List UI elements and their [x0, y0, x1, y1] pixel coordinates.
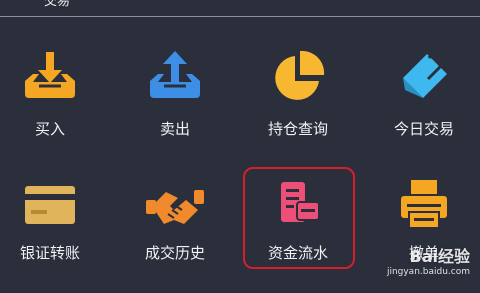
page-title: 交易: [44, 0, 71, 9]
menu-item-buy[interactable]: 买入: [0, 48, 104, 148]
watermark-url: jingyan.baidu.com: [386, 267, 470, 277]
printer-icon: [401, 180, 447, 229]
baidu-jingyan-watermark: Bai经验 jingyan.baidu.com: [356, 237, 474, 289]
menu-item-bank-transfer[interactable]: 银证转账: [0, 176, 104, 276]
bank-card-icon: [25, 186, 75, 224]
buy-tray-icon: [25, 52, 75, 98]
menu-item-positions[interactable]: 持仓查询: [244, 48, 352, 148]
menu-item-fund-flow[interactable]: 资金流水: [244, 176, 352, 276]
menu-item-today-trades-label: 今日交易: [393, 120, 454, 138]
trade-menu-screen: 交易 买入 卖出 持仓查询 今日交易 银证转账 成交历史 资金流水 撤单 Bai…: [0, 0, 480, 293]
sell-tray-icon: [150, 51, 200, 98]
menu-item-today-trades[interactable]: 今日交易: [370, 48, 478, 148]
menu-item-positions-label: 持仓查询: [267, 120, 328, 138]
menu-item-sell[interactable]: 卖出: [121, 48, 229, 148]
menu-item-fund-flow-label: 资金流水: [267, 244, 328, 262]
header-divider: [0, 16, 480, 17]
menu-item-bank-transfer-label: 银证转账: [19, 244, 80, 262]
pie-chart-icon: [275, 50, 325, 100]
ledger-card-icon: [281, 182, 320, 222]
menu-item-buy-label: 买入: [34, 120, 65, 138]
handshake-icon: [146, 190, 204, 224]
menu-item-deal-history-label: 成交历史: [144, 244, 205, 262]
menu-item-deal-history[interactable]: 成交历史: [121, 176, 229, 276]
paperclip-note-icon: [403, 53, 447, 98]
menu-item-sell-label: 卖出: [159, 120, 190, 138]
watermark-brand: Bai经验: [409, 247, 470, 266]
